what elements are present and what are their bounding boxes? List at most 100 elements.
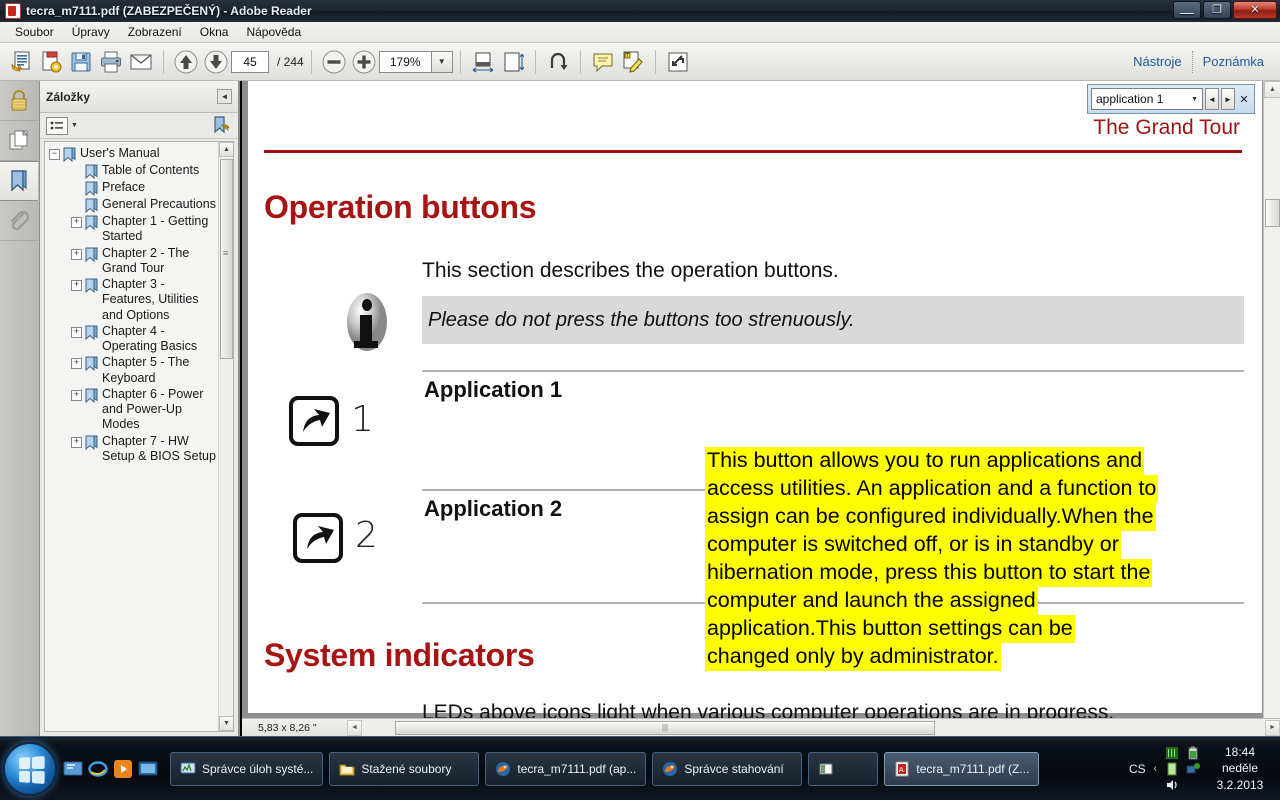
find-input-wrapper[interactable]: application 1 ▼ [1091, 88, 1203, 110]
scrollbar-thumb[interactable] [1265, 199, 1280, 227]
bookmark-item[interactable]: + Chapter 1 - Getting Started [49, 214, 217, 245]
scroll-right-button[interactable]: ► [1265, 719, 1280, 736]
previous-page-button[interactable] [171, 47, 201, 77]
network-monitor-icon[interactable] [1165, 746, 1179, 760]
task-spravce-stahovani[interactable]: Správce stahování [652, 751, 803, 786]
read-mode-button[interactable] [663, 47, 693, 77]
close-button[interactable]: ✕ [1233, 1, 1277, 19]
leaf-node-icon [71, 200, 82, 211]
expand-node-icon[interactable]: + [71, 280, 82, 291]
fit-page-button[interactable] [498, 47, 528, 77]
expand-node-icon[interactable]: + [71, 248, 82, 260]
zoom-out-button[interactable] [319, 47, 349, 77]
comment-bubble-icon [593, 53, 613, 72]
bookmarks-tree[interactable]: − User's Manual Table of Contents Prefac… [44, 141, 234, 732]
bookmark-item[interactable]: − User's Manual [49, 146, 217, 162]
task-spravce-uloh[interactable]: Správce úloh systé... [170, 751, 324, 786]
fit-width-button[interactable] [468, 47, 498, 77]
find-close-button[interactable]: ✕ [1237, 88, 1251, 110]
page-number-input[interactable]: 45 [231, 50, 269, 73]
new-bookmark-button[interactable] [212, 115, 232, 136]
chevron-down-icon[interactable]: ▼ [71, 122, 78, 129]
save-button[interactable] [66, 47, 96, 77]
bookmark-item[interactable]: Table of Contents [49, 163, 217, 179]
collapse-panel-button[interactable]: ◄ [217, 89, 232, 104]
scrollbar-thumb[interactable] [220, 159, 233, 359]
menu-zobrazeni[interactable]: Zobrazení [119, 23, 191, 41]
expand-node-icon[interactable]: + [71, 326, 82, 338]
bookmark-item[interactable]: + Chapter 3 - Features, Utilities and Op… [49, 277, 217, 323]
bookmark-item[interactable]: + Chapter 6 - Power and Power-Up Modes [49, 387, 217, 433]
find-previous-button[interactable]: ◄ [1205, 88, 1219, 110]
task-stazene-soubory[interactable]: Stažené soubory [329, 751, 480, 786]
find-next-button[interactable]: ► [1221, 88, 1235, 110]
sidebar-item-security[interactable] [0, 81, 38, 121]
bookmark-icon [85, 164, 98, 179]
comment-pane-button[interactable]: Poznámka [1193, 50, 1274, 73]
scrollbar-thumb[interactable]: ||| [395, 720, 935, 735]
document-viewport[interactable]: The Grand Tour Operation buttons This se… [242, 81, 1280, 736]
highlighted-annotation-text[interactable]: This button allows you to run applicatio… [705, 447, 1235, 671]
expand-node-icon[interactable]: + [71, 436, 82, 448]
clock[interactable]: 18:44 neděle 3.2.2013 [1208, 744, 1272, 793]
expand-node-icon[interactable]: + [71, 217, 82, 228]
task-unnamed-window[interactable] [808, 751, 879, 786]
window-controls: — ❐ ✕ [1173, 1, 1277, 19]
task-tecra-adobe[interactable]: A tecra_m7111.pdf (Z... [884, 751, 1040, 786]
task-tecra-firefox[interactable]: tecra_m7111.pdf (ap... [485, 751, 647, 786]
bookmark-item[interactable]: Preface [49, 180, 217, 196]
bookmark-item[interactable]: General Precautions [49, 197, 217, 213]
network-connection-icon[interactable] [1186, 762, 1200, 776]
media-player-icon[interactable] [113, 759, 133, 779]
menu-upravy[interactable]: Úpravy [63, 23, 119, 41]
bookmark-options-button[interactable] [46, 116, 68, 135]
export-pdf-button[interactable] [36, 47, 66, 77]
document-horizontal-scrollbar[interactable]: ◄ ||| ► [347, 719, 1280, 736]
sidebar-item-pages[interactable] [0, 121, 38, 161]
menu-napoveda[interactable]: Nápověda [237, 23, 310, 41]
bookmark-item[interactable]: + Chapter 4 - Operating Basics [49, 324, 217, 355]
collapse-node-icon[interactable]: − [49, 149, 60, 160]
language-indicator[interactable]: CS [1129, 762, 1146, 776]
scroll-left-button[interactable]: ◄ [347, 719, 362, 736]
show-hidden-icons-button[interactable]: ‹ [1154, 763, 1157, 774]
sidebar-item-attachments[interactable] [0, 201, 38, 241]
chevron-down-icon[interactable]: ▼ [1191, 96, 1198, 103]
clipboard-icon[interactable] [1165, 762, 1179, 776]
scroll-down-button[interactable]: ▼ [219, 716, 233, 731]
bookmark-item[interactable]: + Chapter 7 - HW Setup & BIOS Setup [49, 434, 217, 465]
volume-speaker-icon[interactable] [1165, 778, 1179, 792]
find-input[interactable]: application 1 [1096, 92, 1191, 106]
next-page-button[interactable] [201, 47, 231, 77]
tools-pane-button[interactable]: Nástroje [1123, 50, 1191, 73]
zoom-in-button[interactable] [349, 47, 379, 77]
print-button[interactable] [96, 47, 126, 77]
minimize-button[interactable]: — [1173, 1, 1201, 19]
internet-explorer-icon[interactable] [88, 759, 108, 779]
expand-node-icon[interactable]: + [71, 358, 82, 370]
battery-icon[interactable] [1186, 746, 1200, 760]
menu-soubor[interactable]: Soubor [6, 23, 63, 41]
email-button[interactable] [126, 47, 156, 77]
scroll-up-button[interactable]: ▲ [219, 142, 233, 157]
show-desktop-icon[interactable] [63, 759, 83, 779]
sidebar-item-bookmarks[interactable] [0, 161, 38, 201]
bookmark-item[interactable]: + Chapter 2 - The Grand Tour [49, 246, 217, 277]
expand-node-icon[interactable]: + [71, 389, 82, 401]
desktop-window-icon[interactable] [138, 759, 158, 779]
bookmarks-scrollbar[interactable]: ▲ ▼ [218, 142, 233, 731]
start-button[interactable] [3, 741, 57, 796]
restore-button[interactable]: ❐ [1203, 1, 1231, 19]
toolbar-separator-2 [310, 49, 312, 74]
rotate-view-button[interactable] [543, 47, 573, 77]
bookmark-item[interactable]: + Chapter 5 - The Keyboard [49, 355, 217, 386]
scroll-up-button[interactable]: ▲ [1264, 81, 1280, 98]
title-bar: tecra_m7111.pdf (ZABEZPEČENÝ) - Adobe Re… [0, 0, 1280, 22]
highlight-text-button[interactable]: T [618, 47, 648, 77]
menu-okna[interactable]: Okna [191, 23, 238, 41]
zoom-level-input[interactable]: 179% [378, 50, 431, 73]
document-vertical-scrollbar[interactable]: ▲ ▼ [1263, 81, 1280, 736]
add-sticky-note-button[interactable] [588, 47, 618, 77]
zoom-dropdown-button[interactable]: ▼ [430, 50, 453, 73]
create-pdf-button[interactable] [6, 47, 36, 77]
